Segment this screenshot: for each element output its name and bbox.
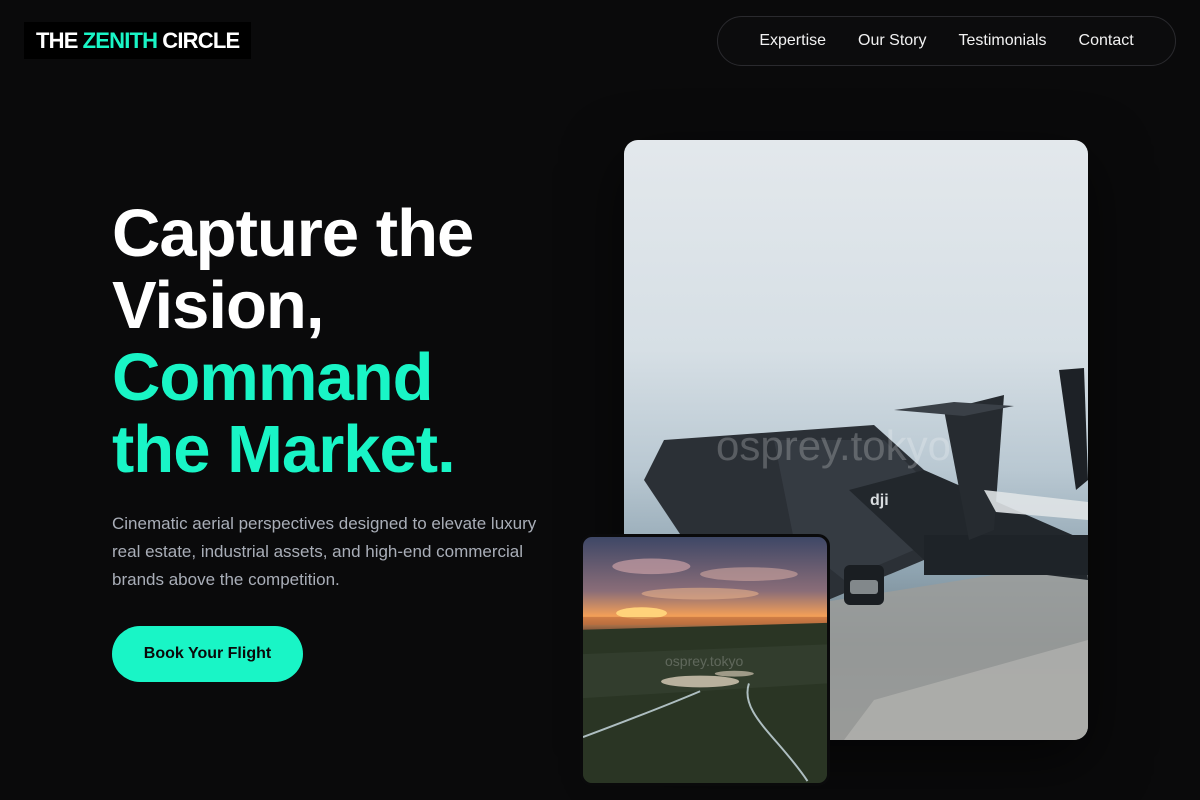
nav-link-our-story[interactable]: Our Story xyxy=(858,32,926,50)
brand-logo-accent: ZENITH xyxy=(82,27,158,53)
sunset-landscape-photo: osprey.tokyo xyxy=(580,534,830,786)
hero-headline: Capture the Vision, Command the Market. xyxy=(112,196,474,487)
book-flight-button[interactable]: Book Your Flight xyxy=(112,626,303,682)
hero-subtext: Cinematic aerial perspectives designed t… xyxy=(112,514,537,589)
headline-line-3: Command xyxy=(112,340,434,415)
brand-logo[interactable]: THE ZENITH CIRCLE xyxy=(24,22,252,59)
main-photo-watermark: osprey.tokyo xyxy=(716,422,951,469)
brand-logo-part1: THE xyxy=(36,27,78,53)
drone-brand-mark: dji xyxy=(870,492,889,509)
nav-link-testimonials[interactable]: Testimonials xyxy=(959,32,1047,50)
brand-logo-part2: CIRCLE xyxy=(162,27,240,53)
headline-line-2: Vision, xyxy=(112,268,324,343)
nav-link-expertise[interactable]: Expertise xyxy=(759,32,826,50)
nav-link-contact[interactable]: Contact xyxy=(1079,32,1134,50)
small-photo-watermark: osprey.tokyo xyxy=(665,653,744,669)
headline-line-1: Capture the xyxy=(112,196,474,271)
main-nav: Expertise Our Story Testimonials Contact xyxy=(717,16,1176,66)
headline-line-4: the Market. xyxy=(112,412,456,487)
